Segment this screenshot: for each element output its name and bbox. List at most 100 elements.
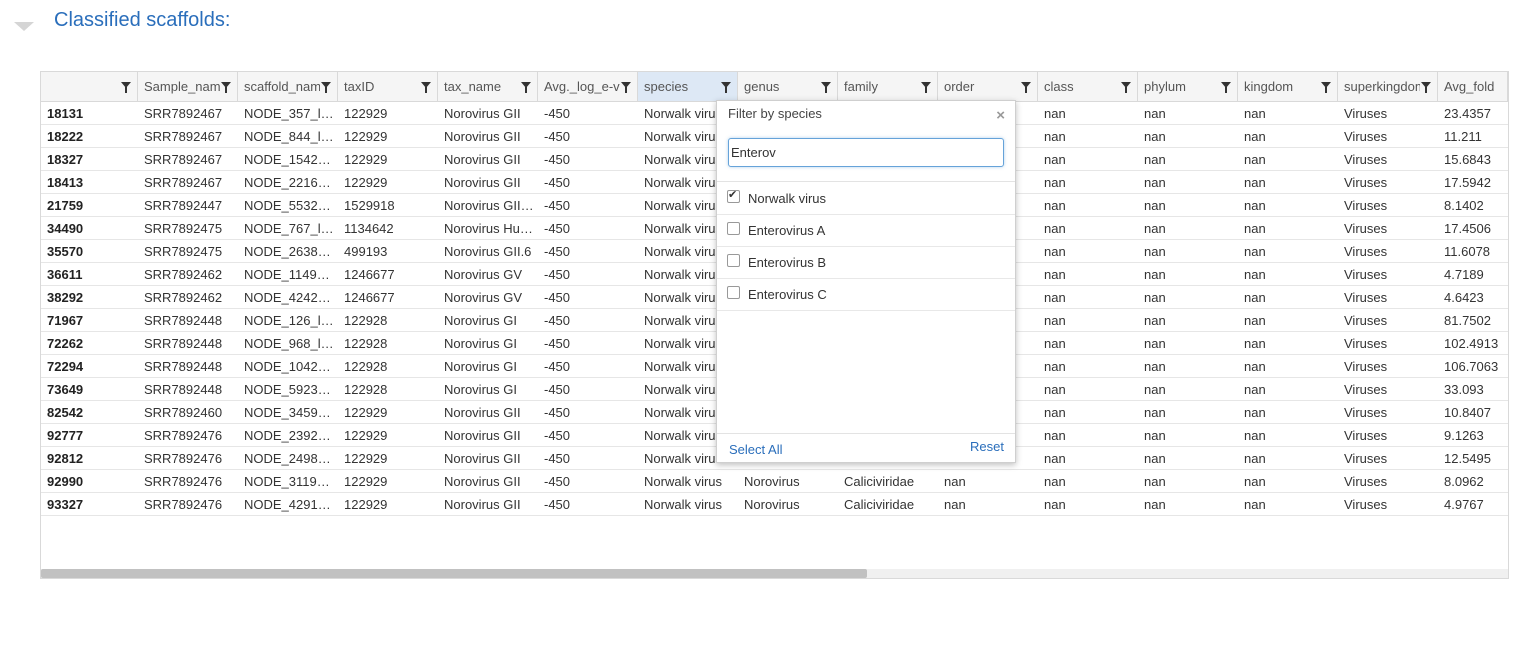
filter-option[interactable]: Norwalk virus [717,183,1015,215]
column-header-tax_name[interactable]: tax_name [438,72,538,101]
checkbox[interactable] [727,254,740,267]
cell-scaffold_name: NODE_844_length [244,129,334,144]
filter-option[interactable]: Enterovirus B [717,247,1015,279]
column-header-order[interactable]: order [938,72,1038,101]
cell-phylum: nan [1144,497,1166,512]
cell-kingdom: nan [1244,221,1266,236]
cell-sample_name: SRR7892467 [144,152,223,167]
cell-sample_name: SRR7892476 [144,428,223,443]
section-title: Classified scaffolds: [54,9,231,31]
cell-kingdom: nan [1244,267,1266,282]
filter-icon[interactable] [521,82,531,93]
column-header-genus[interactable]: genus [738,72,838,101]
column-header-taxid[interactable]: taxID [338,72,438,101]
cell-avg_fold: 17.5942 [1444,175,1491,190]
checkbox[interactable] [727,286,740,299]
checkbox[interactable] [727,222,740,235]
filter-icon[interactable] [121,82,131,93]
cell-sample_name: SRR7892475 [144,244,223,259]
cell-taxid: 122929 [344,474,388,489]
cell-index: 18222 [47,129,84,144]
cell-scaffold_name: NODE_4291_length [244,497,334,512]
cell-tax_name: Norovirus GII [444,405,521,420]
cell-avg_fold: 9.1263 [1444,428,1484,443]
column-header-sample_name[interactable]: Sample_name [138,72,238,101]
cell-order: nan [944,497,966,512]
horizontal-scrollbar[interactable] [41,569,1508,578]
column-header-kingdom[interactable]: kingdom [1238,72,1338,101]
column-header-phylum[interactable]: phylum [1138,72,1238,101]
cell-tax_name: Norovirus GII/Hu [444,198,534,213]
cell-sample_name: SRR7892475 [144,221,223,236]
cell-family: Caliciviridae [844,474,915,489]
cell-phylum: nan [1144,313,1166,328]
cell-class: nan [1044,152,1066,167]
checked-checkbox[interactable] [727,188,740,203]
cell-tax_name: Norovirus GII [444,451,521,466]
cell-avg_fold: 15.6843 [1444,152,1491,167]
column-header-avg_fold[interactable]: Avg_fold [1438,72,1508,101]
filter-icon[interactable] [821,82,831,93]
close-icon[interactable]: × [996,107,1005,124]
filter-icon[interactable] [1121,82,1131,93]
cell-avg_log_evalue: -450 [544,198,571,213]
filter-icon[interactable] [221,82,231,93]
collapse-caret-icon[interactable] [14,22,34,31]
cell-scaffold_name: NODE_126_length [244,313,334,328]
column-header-superkingdom[interactable]: superkingdom [1338,72,1438,101]
filter-option[interactable]: Enterovirus C [717,279,1015,311]
column-header-scaffold_name[interactable]: scaffold_name [238,72,338,101]
cell-kingdom: nan [1244,152,1266,167]
cell-taxid: 122928 [344,359,388,374]
cell-kingdom: nan [1244,428,1266,443]
cell-sample_name: SRR7892467 [144,106,223,121]
column-header-species[interactable]: species [638,72,738,101]
filter-search-input[interactable] [728,138,1004,167]
filter-icon[interactable] [921,82,931,93]
cell-class: nan [1044,474,1066,489]
cell-avg_fold: 4.9767 [1444,497,1484,512]
filter-icon[interactable] [321,82,331,93]
cell-class: nan [1044,428,1066,443]
cell-avg_log_evalue: -450 [544,106,571,121]
filter-icon[interactable] [421,82,431,93]
filter-icon[interactable] [1421,82,1431,93]
cell-phylum: nan [1144,451,1166,466]
cell-index: 93327 [47,497,84,512]
cell-index: 72294 [47,359,84,374]
cell-superkingdom: Viruses [1344,244,1388,259]
column-header-family[interactable]: family [838,72,938,101]
column-header-label: class [1044,79,1074,94]
column-header-avg_log_evalue[interactable]: Avg._log_e-value [538,72,638,101]
select-all-link[interactable]: Select All [729,442,782,457]
column-header-class[interactable]: class [1038,72,1138,101]
filter-icon[interactable] [621,82,631,93]
scrollbar-thumb[interactable] [41,569,867,578]
table-row[interactable]: 93327 SRR7892476 NODE_4291_length 122929 Nor… [41,493,1508,516]
cell-sample_name: SRR7892448 [144,336,223,351]
filter-icon[interactable] [721,82,731,93]
reset-link[interactable]: Reset [970,439,1004,454]
cell-phylum: nan [1144,474,1166,489]
filter-icon[interactable] [1221,82,1231,93]
cell-kingdom: nan [1244,382,1266,397]
cell-avg_fold: 12.5495 [1444,451,1491,466]
table-row[interactable]: 92990 SRR7892476 NODE_3119_length 122929 Nor… [41,470,1508,493]
cell-avg_fold: 4.6423 [1444,290,1484,305]
cell-avg_fold: 4.7189 [1444,267,1484,282]
cell-avg_log_evalue: -450 [544,474,571,489]
cell-class: nan [1044,451,1066,466]
filter-option-label: Enterovirus A [748,223,826,238]
cell-class: nan [1044,405,1066,420]
cell-sample_name: SRR7892476 [144,474,223,489]
filter-option[interactable]: Enterovirus A [717,215,1015,247]
column-header-label: genus [744,79,780,94]
column-header-index[interactable] [41,72,138,101]
cell-avg_log_evalue: -450 [544,129,571,144]
cell-scaffold_name: NODE_2498_length [244,451,334,466]
filter-icon[interactable] [1021,82,1031,93]
cell-tax_name: Norovirus GII [444,106,521,121]
cell-tax_name: Norovirus GV [444,267,523,282]
filter-icon[interactable] [1321,82,1331,93]
cell-phylum: nan [1144,152,1166,167]
